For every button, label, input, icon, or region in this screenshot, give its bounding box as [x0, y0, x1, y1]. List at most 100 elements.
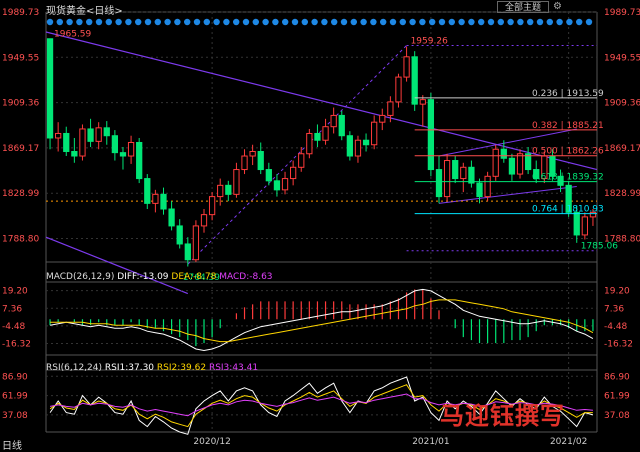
event-dot[interactable]: [262, 18, 269, 26]
candle-body: [79, 128, 86, 157]
event-dot[interactable]: [409, 18, 416, 26]
price-tick-right: 1828.99: [604, 189, 640, 199]
event-dot[interactable]: [331, 18, 338, 26]
gear-icon[interactable]: ⚙: [553, 1, 562, 12]
event-dot[interactable]: [56, 18, 63, 26]
event-dot[interactable]: [350, 18, 357, 26]
candle-body: [136, 141, 143, 180]
rsi-tick-left: 37.08: [2, 411, 28, 421]
candle-body: [452, 160, 459, 180]
event-dot[interactable]: [301, 18, 308, 26]
event-dot[interactable]: [497, 18, 504, 26]
event-dot[interactable]: [419, 18, 426, 26]
macd-tick-right: -16.32: [604, 340, 633, 350]
candle-body: [176, 225, 183, 245]
event-dot[interactable]: [556, 18, 563, 26]
event-dot[interactable]: [193, 18, 201, 26]
axis-labels: 1989.73 1989.73 1949.55 1949.55 1909.36 1909.…: [2, 8, 640, 447]
event-dot[interactable]: [546, 18, 553, 26]
event-dot[interactable]: [429, 18, 436, 26]
event-dot[interactable]: [380, 18, 387, 26]
event-dot[interactable]: [478, 18, 485, 26]
candle-body: [371, 121, 378, 146]
price-tick-right: 1989.73: [604, 8, 640, 18]
candle-body: [208, 196, 216, 216]
price-tick-right: 1869.17: [604, 144, 640, 154]
event-dot[interactable]: [566, 18, 573, 26]
event-dot[interactable]: [213, 18, 220, 26]
fib-level-label: 0.500 | 1862.26: [532, 147, 604, 157]
event-dot[interactable]: [517, 18, 524, 26]
event-dot[interactable]: [76, 18, 83, 26]
event-dot[interactable]: [174, 18, 181, 26]
event-dot[interactable]: [154, 18, 161, 26]
event-dot[interactable]: [468, 18, 475, 26]
event-dot[interactable]: [184, 18, 191, 26]
event-dot[interactable]: [135, 18, 142, 26]
event-dot[interactable]: [340, 18, 348, 26]
candle-body: [516, 153, 524, 175]
macd-value-label: MACD:-8.63: [219, 272, 273, 282]
event-dot[interactable]: [311, 18, 318, 26]
high2-annotation: 1959.26: [411, 36, 448, 46]
event-dot[interactable]: [527, 18, 534, 26]
candle-body: [55, 132, 62, 139]
event-dot[interactable]: [233, 18, 240, 26]
event-dot[interactable]: [66, 18, 73, 26]
candle-body: [265, 169, 272, 182]
event-dot[interactable]: [370, 18, 377, 26]
candle-body: [200, 214, 208, 227]
event-dot[interactable]: [115, 18, 122, 26]
event-dot[interactable]: [321, 18, 328, 26]
event-dot[interactable]: [576, 18, 583, 26]
event-dot[interactable]: [86, 18, 93, 26]
macd-dea-label: DEA:-8.78: [171, 272, 217, 282]
stock-chart[interactable]: 0.236 | 1913.59 0.382 | 1885.21 0.500 | 18…: [0, 0, 640, 450]
event-dot[interactable]: [164, 18, 171, 26]
high-annotation: 1965.59: [54, 30, 91, 40]
event-dot[interactable]: [360, 18, 367, 26]
macd-tick-right: 19.20: [604, 287, 630, 297]
event-dot[interactable]: [389, 18, 397, 26]
candle-body: [281, 178, 289, 191]
candle-body: [290, 166, 297, 180]
macd-tick-left: -16.32: [2, 340, 31, 350]
all-themes-button[interactable]: 全部主题: [497, 1, 549, 13]
price-tick-left: 1869.17: [2, 144, 39, 154]
event-dot[interactable]: [223, 18, 230, 26]
event-dot[interactable]: [46, 18, 54, 26]
candlesticks: [46, 38, 597, 267]
event-dot[interactable]: [105, 18, 112, 26]
event-dot[interactable]: [282, 18, 289, 26]
event-dot[interactable]: [585, 18, 593, 26]
rsi-tick-right: 86.90: [604, 372, 630, 382]
event-dot[interactable]: [291, 18, 299, 26]
event-dot[interactable]: [448, 18, 455, 26]
event-dot[interactable]: [438, 18, 446, 26]
event-dot[interactable]: [536, 18, 544, 26]
candle-body: [468, 166, 475, 184]
fib-level-label: 0.382 | 1885.21: [532, 121, 604, 131]
rsi-tick-left: 86.90: [2, 372, 28, 382]
candle-body: [395, 76, 402, 103]
price-tick-right: 1909.36: [604, 99, 640, 109]
event-dot[interactable]: [399, 18, 406, 26]
candle-body: [387, 101, 394, 116]
candle-body: [241, 155, 248, 171]
event-dot[interactable]: [144, 18, 152, 26]
candle-body: [492, 148, 499, 177]
event-dot[interactable]: [487, 18, 495, 26]
event-dot[interactable]: [458, 18, 465, 26]
candle-body: [362, 139, 370, 146]
uptrend-dashed-line: [187, 45, 407, 265]
event-dot[interactable]: [95, 18, 103, 26]
event-dot[interactable]: [507, 18, 514, 26]
macd-label: MACD(26,12,9): [46, 272, 115, 282]
fib-level-label: 0.236 | 1913.59: [532, 89, 604, 99]
event-dot[interactable]: [252, 18, 259, 26]
event-dot[interactable]: [203, 18, 210, 26]
event-dot[interactable]: [272, 18, 279, 26]
candle-body: [257, 151, 264, 171]
event-dot[interactable]: [125, 18, 132, 26]
event-dot[interactable]: [242, 18, 250, 26]
